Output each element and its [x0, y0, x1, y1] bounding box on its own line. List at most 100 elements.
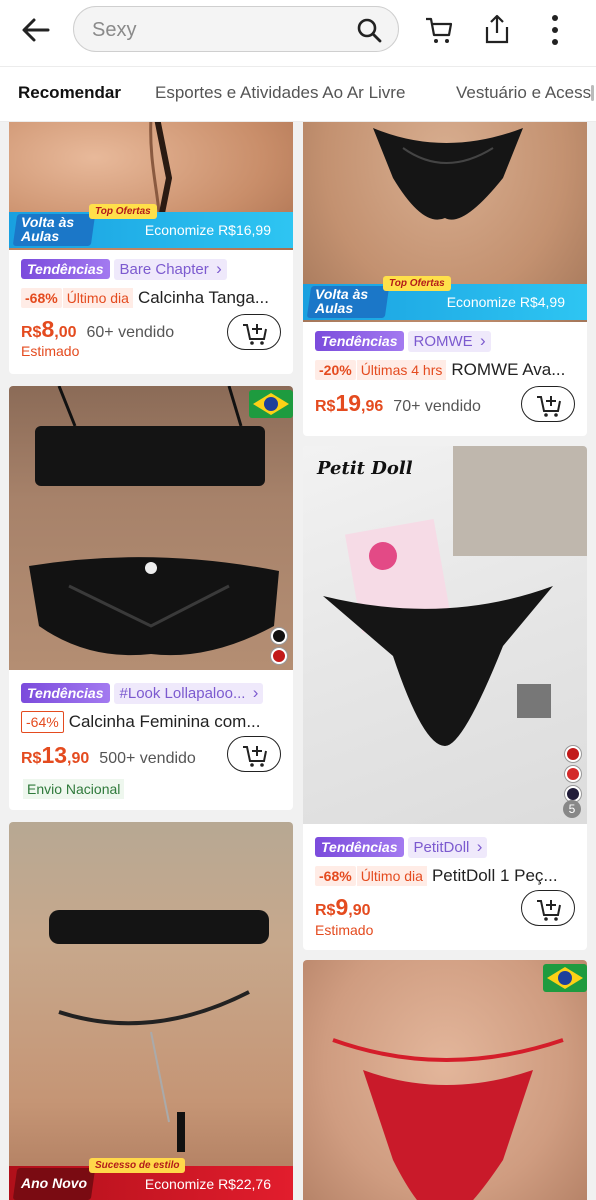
product-title-row[interactable]: -68% Último dia Calcinha Tanga... — [21, 287, 283, 309]
share-icon[interactable] — [483, 13, 511, 45]
add-to-cart-icon — [537, 900, 561, 921]
color-swatches[interactable] — [565, 746, 581, 802]
estimated-label: Estimado — [315, 922, 374, 938]
store-link[interactable]: PetitDoll — [407, 836, 488, 858]
product-tags: Tendências Bare Chapter — [21, 258, 291, 280]
product-tags: Tendências ROMWE — [315, 330, 585, 352]
product-title[interactable]: ROMWE Ava... — [451, 360, 565, 380]
price-currency: R$ — [315, 902, 336, 919]
petit-doll-logo: Petit Doll — [317, 458, 413, 479]
price-currency: R$ — [315, 398, 336, 415]
swatch-red[interactable] — [565, 746, 581, 762]
swatch-count[interactable]: 5 — [563, 800, 581, 818]
product-image[interactable] — [303, 960, 587, 1200]
product-card[interactable]: Ano Novo Sucesso de estilo Economize R$2… — [9, 822, 293, 1200]
add-to-cart-icon — [243, 324, 267, 345]
deal-label: Último dia — [356, 866, 427, 886]
product-title-row[interactable]: -68% Último dia PetitDoll 1 Peç... — [315, 865, 577, 887]
store-link[interactable]: Bare Chapter — [113, 258, 227, 280]
trend-badge: Tendências — [315, 837, 404, 857]
swatch-black[interactable] — [271, 628, 287, 644]
add-to-cart-button[interactable] — [227, 736, 281, 772]
add-to-cart-button[interactable] — [521, 386, 575, 422]
promo-title: Ano Novo — [21, 1176, 87, 1190]
promo-title-line1: Ano Novo — [21, 1175, 88, 1191]
product-photo — [49, 910, 269, 1152]
deal-label: Último dia — [62, 288, 133, 308]
swatch-red[interactable] — [271, 648, 287, 664]
tab-vestuario[interactable]: Vestuário e Acess — [456, 83, 591, 103]
store-link[interactable]: #Look Lollapaloo... — [113, 682, 264, 704]
cart-icon[interactable] — [424, 15, 454, 45]
product-card[interactable]: Volta às Aulas Top Ofertas Economize R$4… — [303, 122, 587, 436]
estimated-label: Estimado — [21, 343, 80, 359]
trend-badge: Tendências — [21, 683, 110, 703]
product-photo — [323, 446, 587, 746]
tabs-scrollbar — [591, 85, 594, 101]
product-title[interactable]: Calcinha Tanga... — [138, 288, 269, 308]
top-offers-label: Top Ofertas — [89, 204, 157, 219]
back-arrow-icon[interactable] — [18, 14, 54, 46]
product-title-row[interactable]: -64% Calcinha Feminina com... — [21, 711, 283, 733]
price-integer: 19 — [335, 390, 362, 416]
price-decimal: ,90 — [348, 902, 371, 919]
trend-badge: Tendências — [21, 259, 110, 279]
top-bar: Sexy — [0, 0, 596, 66]
product-feed[interactable]: Volta às Aulas Top Ofertas Economize R$1… — [0, 122, 596, 1200]
product-card[interactable] — [303, 960, 587, 1200]
sold-count: 60+ vendido — [86, 324, 175, 341]
top-offers-label: Top Ofertas — [383, 276, 451, 291]
product-tags: Tendências #Look Lollapaloo... — [21, 682, 291, 704]
price-decimal: ,90 — [67, 750, 90, 767]
product-title[interactable]: Calcinha Feminina com... — [69, 712, 261, 732]
price-decimal: ,00 — [54, 324, 77, 341]
price-row: R$ 19 ,96 70+ vendido — [315, 390, 481, 417]
more-options-icon[interactable] — [545, 13, 565, 47]
product-tags: Tendências PetitDoll — [315, 836, 585, 858]
price-integer: 8 — [41, 316, 55, 342]
product-card[interactable]: Tendências #Look Lollapaloo... -64% Calc… — [9, 386, 293, 810]
sold-count: 70+ vendido — [393, 398, 481, 415]
search-placeholder: Sexy — [92, 19, 137, 41]
trend-badge: Tendências — [315, 331, 404, 351]
add-to-cart-button[interactable] — [521, 890, 575, 926]
discount-badge: -68% — [21, 288, 62, 308]
add-to-cart-icon — [243, 746, 267, 767]
brazil-flag-icon — [249, 390, 293, 418]
discount-badge: -68% — [315, 866, 356, 886]
product-title-row[interactable]: -20% Últimas 4 hrs ROMWE Ava... — [315, 359, 577, 381]
shipping-badge: Envio Nacional — [23, 779, 125, 799]
tab-esportes[interactable]: Esportes e Atividades Ao Ar Livre — [155, 83, 405, 103]
price-decimal: ,96 — [361, 398, 384, 415]
category-tabs: Recomendar Esportes e Atividades Ao Ar L… — [0, 66, 596, 122]
product-title[interactable]: PetitDoll 1 Peç... — [432, 866, 558, 886]
promo-banner: Ano Novo Sucesso de estilo Economize R$2… — [9, 1158, 293, 1200]
deal-label: Últimas 4 hrs — [356, 360, 447, 380]
promo-title-line2: Aulas — [315, 300, 354, 316]
store-link[interactable]: ROMWE — [407, 330, 491, 352]
search-icon[interactable] — [356, 17, 382, 43]
product-card[interactable]: Petit Doll 5 Tendências PetitDoll -68% Ú… — [303, 446, 587, 950]
promo-title: Volta às Aulas — [21, 215, 74, 243]
price-integer: 9 — [335, 894, 349, 920]
product-photo — [332, 1038, 564, 1200]
product-card[interactable]: Volta às Aulas Top Ofertas Economize R$1… — [9, 122, 293, 374]
price-currency: R$ — [21, 324, 42, 341]
discount-badge: -64% — [21, 711, 64, 733]
price-row: R$ 9 ,90 — [315, 894, 371, 921]
product-image[interactable] — [9, 822, 293, 1200]
search-input[interactable]: Sexy — [73, 6, 399, 52]
add-to-cart-button[interactable] — [227, 314, 281, 350]
savings-text: Economize R$16,99 — [144, 222, 271, 238]
tab-recomendar[interactable]: Recomendar — [18, 83, 121, 103]
promo-banner: Volta às Aulas Top Ofertas Economize R$1… — [9, 204, 293, 248]
price-currency: R$ — [21, 750, 42, 767]
color-swatches[interactable] — [271, 628, 287, 664]
sold-count: 500+ vendido — [99, 750, 196, 767]
brazil-flag-icon — [543, 964, 587, 992]
swatch-red-2[interactable] — [565, 766, 581, 782]
add-to-cart-icon — [537, 396, 561, 417]
product-image[interactable]: Petit Doll 5 — [303, 446, 587, 824]
savings-text: Economize R$22,76 — [144, 1176, 271, 1192]
product-image[interactable] — [9, 386, 293, 670]
